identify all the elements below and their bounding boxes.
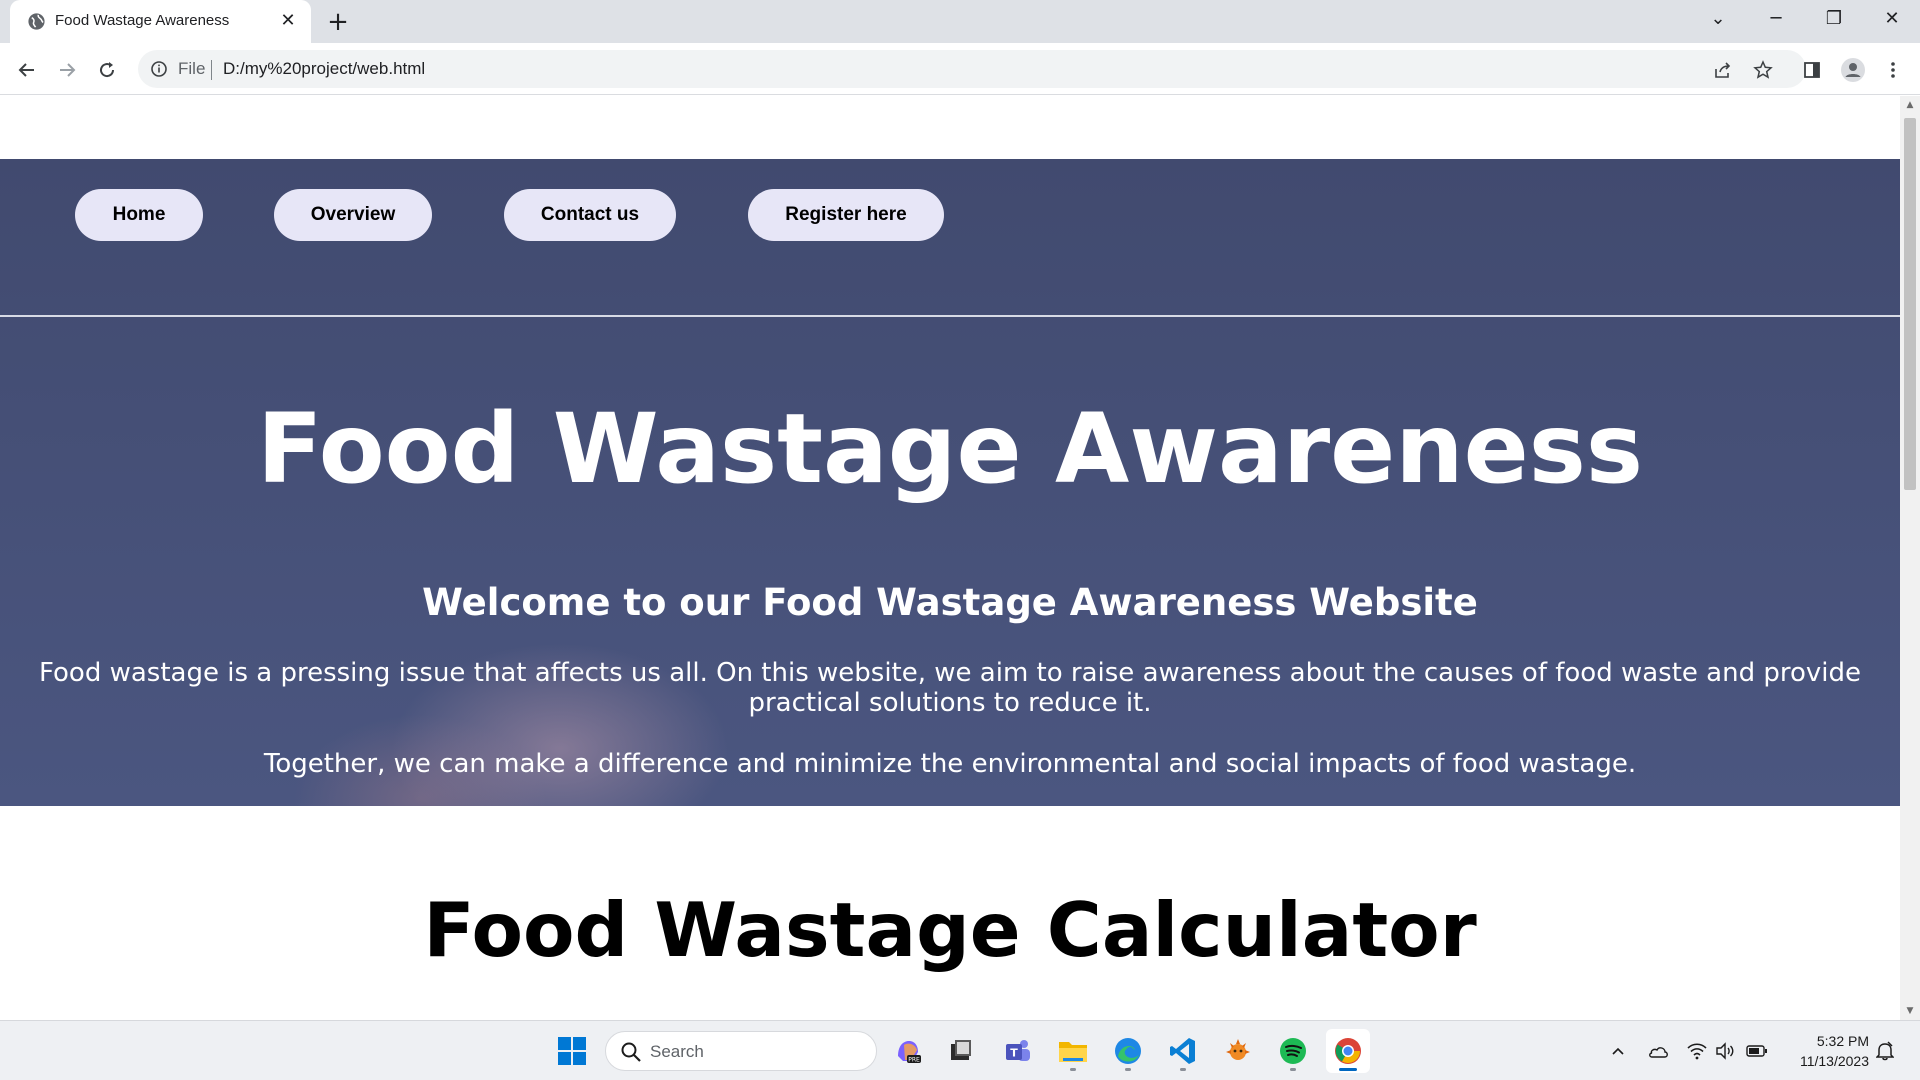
copilot-icon[interactable]: PRE xyxy=(886,1029,930,1073)
browser-toolbar: File D:/my%20project/web.html xyxy=(0,43,1920,95)
running-indicator xyxy=(1180,1068,1186,1071)
tab-title: Food Wastage Awareness xyxy=(55,12,230,29)
clock-time: 5:32 PM xyxy=(1816,1033,1869,1049)
teams-icon[interactable]: T xyxy=(996,1029,1040,1073)
vscode-icon[interactable] xyxy=(1161,1029,1205,1073)
close-window-icon[interactable]: ✕ xyxy=(1864,0,1920,40)
url-scheme: File xyxy=(178,59,206,78)
forward-icon[interactable] xyxy=(50,53,84,87)
new-tab-button[interactable]: + xyxy=(322,6,354,38)
restore-icon[interactable]: ❐ xyxy=(1806,0,1862,40)
page-viewport: Home Overview Contact us Register here F… xyxy=(0,96,1900,1020)
file-explorer-icon[interactable] xyxy=(1051,1029,1095,1073)
onedrive-icon[interactable] xyxy=(1646,1039,1670,1063)
page-scrollbar[interactable]: ▲ ▼ xyxy=(1900,96,1920,1020)
calculator-title: Food Wastage Calculator xyxy=(423,886,1477,974)
hero-paragraph-intro: Food wastage is a pressing issue that af… xyxy=(38,658,1861,718)
spotify-icon[interactable] xyxy=(1271,1029,1315,1073)
scroll-down-icon[interactable]: ▼ xyxy=(1900,1002,1920,1020)
volume-icon[interactable] xyxy=(1713,1039,1737,1063)
site-nav: Home Overview Contact us Register here xyxy=(0,159,1900,317)
running-indicator xyxy=(1070,1068,1076,1071)
url-text[interactable]: D:/my%20project/web.html xyxy=(223,59,425,79)
scroll-up-icon[interactable]: ▲ xyxy=(1900,96,1920,114)
running-indicator xyxy=(1339,1068,1357,1071)
hero-title: Food Wastage Awareness xyxy=(257,393,1643,505)
hero-subtitle: Welcome to our Food Wastage Awareness We… xyxy=(422,581,1478,624)
nav-overview-button[interactable]: Overview xyxy=(274,189,432,241)
nav-home-button[interactable]: Home xyxy=(75,189,203,241)
star-icon[interactable] xyxy=(1752,59,1774,81)
chrome-icon[interactable] xyxy=(1326,1029,1370,1073)
close-tab-icon[interactable]: ✕ xyxy=(277,10,299,32)
taskbar-search-box[interactable]: Search xyxy=(605,1031,877,1071)
globe-icon xyxy=(27,12,46,31)
hero-paragraph-together: Together, we can make a difference and m… xyxy=(263,749,1637,779)
menu-icon[interactable] xyxy=(1876,53,1910,87)
tab-strip: Food Wastage Awareness ✕ + ⌄ ─ ❐ ✕ xyxy=(0,0,1920,43)
info-icon[interactable] xyxy=(150,60,168,78)
chevron-up-icon[interactable] xyxy=(1606,1039,1630,1063)
edge-icon[interactable] xyxy=(1106,1029,1150,1073)
browser-tab[interactable]: Food Wastage Awareness ✕ xyxy=(10,0,311,43)
svg-text:PRE: PRE xyxy=(908,1057,920,1064)
running-indicator xyxy=(1125,1068,1131,1071)
url-divider xyxy=(211,60,212,80)
clock-date: 11/13/2023 xyxy=(1799,1053,1869,1069)
svg-text:T: T xyxy=(1010,1047,1018,1060)
tab-search-icon[interactable]: ⌄ xyxy=(1690,0,1746,40)
scroll-thumb[interactable] xyxy=(1904,118,1916,490)
wifi-icon[interactable] xyxy=(1685,1039,1709,1063)
side-panel-icon[interactable] xyxy=(1795,53,1829,87)
nav-contact-button[interactable]: Contact us xyxy=(504,189,676,241)
taskbar: Search PRE T 5:32 PM 11/13/2023 xyxy=(0,1020,1920,1080)
nav-register-button[interactable]: Register here xyxy=(748,189,944,241)
reload-icon[interactable] xyxy=(90,53,124,87)
running-indicator xyxy=(1290,1068,1296,1071)
taskbar-clock[interactable]: 5:32 PM 11/13/2023 xyxy=(1785,1031,1869,1071)
windows-start-icon[interactable] xyxy=(550,1029,594,1073)
hero-section: Home Overview Contact us Register here F… xyxy=(0,159,1900,806)
profile-icon[interactable] xyxy=(1836,53,1870,87)
file-viewer-icon[interactable] xyxy=(939,1029,983,1073)
notification-bell-icon[interactable] xyxy=(1873,1039,1897,1063)
search-icon xyxy=(620,1041,642,1063)
minimize-icon[interactable]: ─ xyxy=(1748,0,1804,40)
search-placeholder: Search xyxy=(650,1042,704,1061)
back-icon[interactable] xyxy=(10,53,44,87)
app-icon[interactable] xyxy=(1216,1029,1260,1073)
share-icon[interactable] xyxy=(1712,59,1734,81)
address-bar[interactable]: File D:/my%20project/web.html xyxy=(138,50,1806,88)
battery-icon[interactable] xyxy=(1745,1039,1769,1063)
